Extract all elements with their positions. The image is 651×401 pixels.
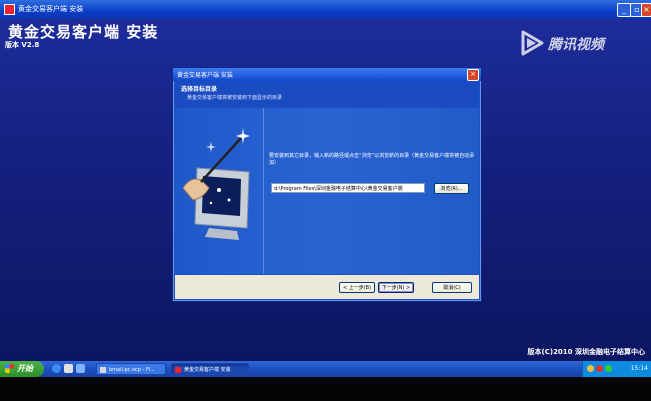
installer-icon [175, 367, 181, 373]
windows-logo-icon [5, 364, 14, 373]
start-button[interactable]: 开始 [0, 361, 44, 377]
play-logo-icon [521, 30, 544, 56]
monitor-wand-illustration-icon [182, 128, 250, 240]
browse-button[interactable]: 浏览(R)... [434, 183, 469, 194]
taskbar-item-installer[interactable]: 黄金交易客户端 安装 [171, 363, 249, 375]
outer-title-bar: 黄金交易客户端 安装 _ ▫ × [0, 0, 651, 19]
minimize-button[interactable]: _ [617, 3, 631, 17]
close-button[interactable]: × [641, 3, 651, 17]
dialog-footer: < 上一步(B) 下一步(N) > 取消(C) [175, 275, 479, 299]
body-divider [263, 108, 264, 274]
installer-app-title: 黄金交易客户端 安装 [8, 23, 159, 41]
dialog-body: 要安装到其它目录，输入新的路径或点击“浏览”以浏览新的目录（黄金交易客户端将被自… [175, 108, 479, 274]
video-watermark: 腾讯视频 [518, 29, 638, 59]
ie-icon[interactable] [52, 364, 61, 373]
dialog-header: 选择目标目录 黄金交易客户端将被安装到下面显示的目录 [175, 81, 479, 107]
install-instructions: 要安装到其它目录，输入新的路径或点击“浏览”以浏览新的目录（黄金交易客户端将被自… [269, 153, 475, 166]
desktop-icon[interactable] [76, 364, 85, 373]
tray-icon[interactable] [605, 365, 612, 372]
window-icon [100, 367, 106, 373]
dialog-close-button[interactable]: × [467, 69, 479, 81]
task-label: bmail.pc.ocp - Fi... [109, 367, 155, 373]
video-player-bar [0, 377, 651, 401]
taskbar: 开始 bmail.pc.ocp - Fi... 黄金交易客户端 安装 15:14 [0, 361, 651, 377]
next-button[interactable]: 下一步(N) > [378, 282, 414, 293]
install-dialog: 黄金交易客户端 安装 × 选择目标目录 黄金交易客户端将被安装到下面显示的目录 … [172, 67, 482, 302]
start-label: 开始 [17, 364, 33, 373]
install-path-input[interactable]: d:\Program Files\深圳金融电子结算中心\黄金交易客户端 [271, 183, 425, 193]
dialog-title-bar: 黄金交易客户端 安装 × [173, 68, 481, 81]
clock: 15:14 [630, 365, 648, 372]
copyright-text: 版本(C)2010 深圳金融电子结算中心 [527, 348, 645, 356]
app-icon [4, 4, 15, 15]
system-tray: 15:14 [582, 361, 651, 377]
tray-icon[interactable] [587, 365, 594, 372]
installer-version: 版本 V2.8 [5, 41, 40, 49]
watermark-text: 腾讯视频 [548, 37, 604, 53]
dialog-heading: 选择目标目录 [181, 86, 218, 93]
media-icon[interactable] [64, 364, 73, 373]
dialog-subheading: 黄金交易客户端将被安装到下面显示的目录 [187, 95, 283, 101]
task-label: 黄金交易客户端 安装 [184, 367, 231, 373]
dialog-title: 黄金交易客户端 安装 [177, 72, 233, 79]
tray-icon[interactable] [596, 365, 603, 372]
cancel-button[interactable]: 取消(C) [432, 282, 472, 293]
back-button[interactable]: < 上一步(B) [339, 282, 375, 293]
taskbar-item-file[interactable]: bmail.pc.ocp - Fi... [96, 363, 166, 375]
outer-window-title: 黄金交易客户端 安装 [18, 5, 84, 13]
